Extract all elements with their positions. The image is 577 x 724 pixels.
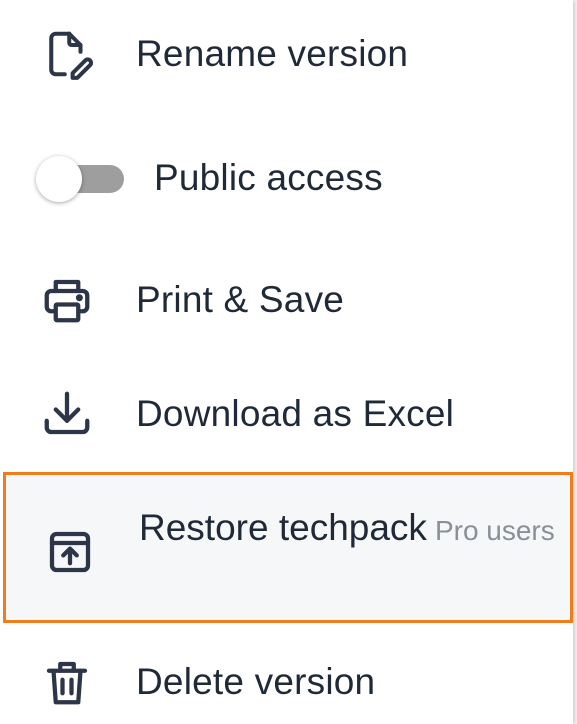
restore-text-block: Restore techpack Pro users: [139, 501, 559, 563]
menu-item-restore-techpack[interactable]: Restore techpack Pro users: [3, 472, 573, 623]
menu-item-label: Rename version: [136, 33, 409, 74]
pro-users-badge: Pro users: [434, 515, 555, 546]
menu-item-rename-version[interactable]: Rename version: [0, 12, 573, 96]
menu-item-print-save[interactable]: Print & Save: [0, 258, 573, 342]
menu-item-label: Download as Excel: [136, 393, 455, 434]
printer-icon: [40, 273, 94, 327]
download-icon: [40, 387, 94, 441]
trash-icon: [40, 655, 94, 709]
archive-upload-icon: [43, 525, 97, 579]
file-edit-icon: [40, 27, 94, 81]
menu-item-label: Delete version: [136, 661, 376, 702]
context-menu: Rename version Public access Print & Sav…: [0, 0, 573, 724]
toggle-knob: [36, 156, 82, 202]
menu-item-label: Restore techpack: [139, 507, 427, 548]
menu-item-label: Print & Save: [136, 279, 345, 320]
menu-item-public-access[interactable]: Public access: [0, 136, 573, 220]
public-access-toggle[interactable]: [36, 156, 126, 202]
menu-item-download-excel[interactable]: Download as Excel: [0, 372, 573, 456]
menu-item-delete-version[interactable]: Delete version: [0, 640, 573, 724]
menu-item-label: Public access: [154, 157, 383, 198]
